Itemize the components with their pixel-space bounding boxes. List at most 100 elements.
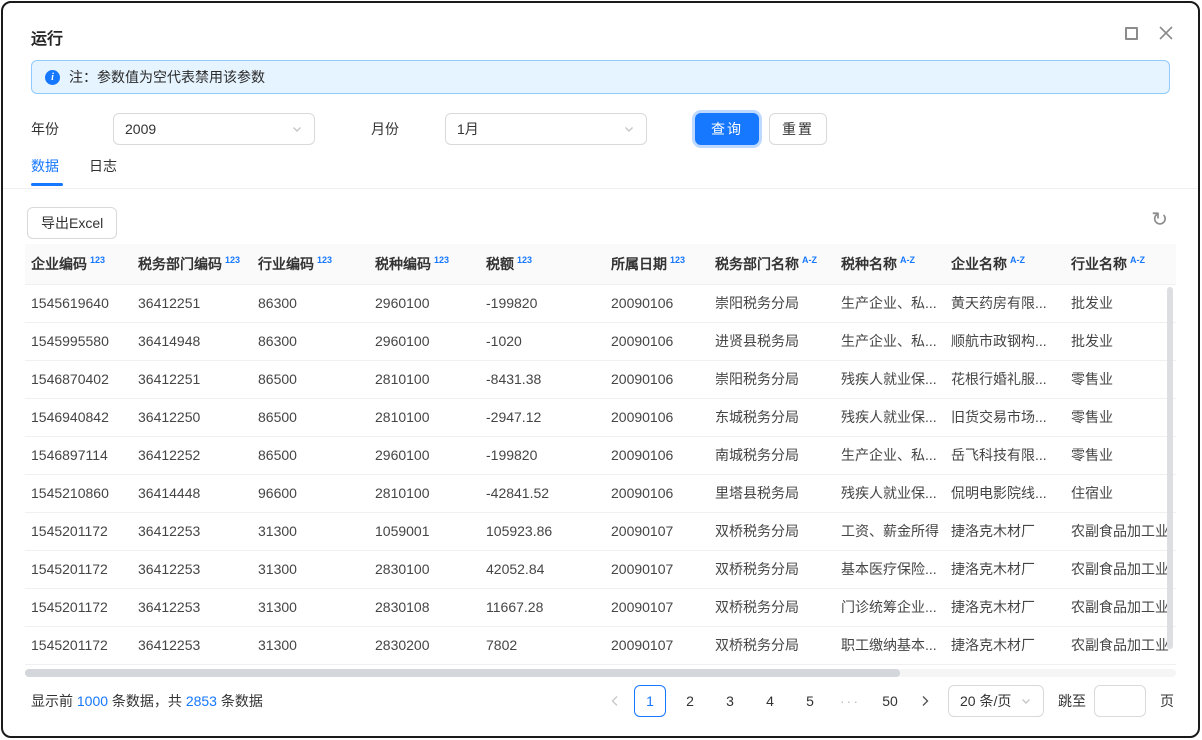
month-select[interactable]: 1月 [445,113,647,145]
column-label: 税务部门名称 [715,256,799,272]
notice-text: 注：参数值为空代表禁用该参数 [69,67,265,87]
table-cell: 住宿业 [1065,474,1176,512]
table-cell: 捷洛克木材厂 [945,626,1065,664]
table-cell: 捷洛克木材厂 [945,512,1065,550]
vertical-scrollbar[interactable] [1167,287,1173,649]
table-row[interactable]: 154599558036414948863002960100-102020090… [25,322,1176,360]
table-row[interactable]: 154520117236412253313001059001105923.862… [25,512,1176,550]
table-row[interactable]: 154561964036412251863002960100-199820200… [25,284,1176,322]
table-cell: 36414948 [132,322,252,360]
table-cell: 31300 [252,550,369,588]
column-header-税种名称[interactable]: 税种名称A-Z [835,244,945,284]
total-count: 2853 [186,693,217,709]
table-cell: 农副食品加工业 [1065,588,1176,626]
prev-page-icon[interactable] [604,685,626,717]
record-summary: 显示前 1000 条数据，共 2853 条数据 [31,691,263,711]
tab-log[interactable]: 日志 [89,156,117,188]
table-row[interactable]: 1545201172364122533130028302007802200901… [25,626,1176,664]
column-label: 税额 [486,256,514,272]
pagination-page-50[interactable]: 50 [874,685,906,717]
table-cell: 20090107 [605,588,709,626]
table-cell: 零售业 [1065,436,1176,474]
pagination-page-4[interactable]: 4 [754,685,786,717]
table-cell: 1546897114 [25,436,132,474]
pagination-page-1[interactable]: 1 [634,685,666,717]
column-label: 行业编码 [258,256,314,272]
export-excel-button[interactable]: 导出Excel [27,207,117,239]
window-controls [1125,25,1174,41]
table-cell: 20090107 [605,512,709,550]
table-cell: 20090107 [605,626,709,664]
table-cell: 花根行婚礼服... [945,360,1065,398]
column-header-企业编码[interactable]: 企业编码123 [25,244,132,284]
table-cell: 36412251 [132,284,252,322]
table-cell: 生产企业、私... [835,322,945,360]
close-icon[interactable] [1158,25,1174,41]
table-cell: -2947.12 [480,398,605,436]
refresh-icon[interactable]: ↻ [1151,210,1168,230]
page-size-select[interactable]: 20 条/页 [948,685,1044,717]
table-cell: 20090106 [605,398,709,436]
column-header-企业名称[interactable]: 企业名称A-Z [945,244,1065,284]
table-cell: 2830100 [369,550,480,588]
table-cell: 侃明电影院线... [945,474,1065,512]
summary-middle: 条数据，共 [108,693,186,709]
table-cell: 2830200 [369,626,480,664]
next-page-icon[interactable] [914,685,936,717]
table-cell: 崇阳税务分局 [709,360,835,398]
table-cell: -199820 [480,284,605,322]
table-cell: 1545619640 [25,284,132,322]
table-cell: 南城税务分局 [709,436,835,474]
column-label: 所属日期 [611,256,667,272]
pagination-page-5[interactable]: 5 [794,685,826,717]
table-cell: 20090106 [605,284,709,322]
table-cell: 2830108 [369,588,480,626]
column-header-所属日期[interactable]: 所属日期123 [605,244,709,284]
jump-to-label: 跳至 [1058,691,1086,711]
table-cell: 31300 [252,512,369,550]
table-cell: 36412253 [132,626,252,664]
chevron-down-icon [1020,695,1032,707]
table-row[interactable]: 154689711436412252865002960100-199820200… [25,436,1176,474]
table-cell: 2960100 [369,322,480,360]
table-cell: 1545201172 [25,626,132,664]
column-header-税务部门名称[interactable]: 税务部门名称A-Z [709,244,835,284]
column-header-税种编码[interactable]: 税种编码123 [369,244,480,284]
column-header-行业编码[interactable]: 行业编码123 [252,244,369,284]
table-cell: 1059001 [369,512,480,550]
pagination: 12345···50 20 条/页 跳至 页 [604,685,1174,717]
year-select[interactable]: 2009 [113,113,315,145]
maximize-icon[interactable] [1125,27,1138,40]
table-cell: 农副食品加工业 [1065,550,1176,588]
table-row[interactable]: 154521086036414448966002810100-42841.522… [25,474,1176,512]
chevron-down-icon [623,123,635,135]
table-row[interactable]: 154694084236412250865002810100-2947.1220… [25,398,1176,436]
reset-button[interactable]: 重置 [769,113,827,145]
jump-page-input[interactable] [1094,685,1146,717]
column-label: 税种名称 [841,256,897,272]
info-icon: i [45,70,60,85]
table-cell: 36412253 [132,512,252,550]
column-type-badge: A-Z [802,255,817,265]
page-size-value: 20 条/页 [960,691,1011,711]
table-row[interactable]: 154687040236412251865002810100-8431.3820… [25,360,1176,398]
pagination-page-3[interactable]: 3 [714,685,746,717]
column-header-税务部门编码[interactable]: 税务部门编码123 [132,244,252,284]
active-tab-indicator [31,183,63,186]
table-cell: 1546940842 [25,398,132,436]
table-cell: 基本医疗保险... [835,550,945,588]
horizontal-scrollbar[interactable] [25,669,900,677]
table-row[interactable]: 15452011723641225331300283010042052.8420… [25,550,1176,588]
table-cell: 里塔县税务局 [709,474,835,512]
table-cell: -199820 [480,436,605,474]
table-cell: 残疾人就业保... [835,398,945,436]
pagination-page-2[interactable]: 2 [674,685,706,717]
table-cell: 2960100 [369,436,480,474]
query-button[interactable]: 查询 [695,113,759,145]
table-row[interactable]: 15452011723641225331300283010811667.2820… [25,588,1176,626]
column-header-行业名称[interactable]: 行业名称A-Z [1065,244,1176,284]
data-table: 企业编码123税务部门编码123行业编码123税种编码123税额123所属日期1… [25,244,1176,665]
column-header-税额[interactable]: 税额123 [480,244,605,284]
filter-bar: 年份 2009 月份 1月 查询 重置 [31,113,827,145]
table-cell: 崇阳税务分局 [709,284,835,322]
